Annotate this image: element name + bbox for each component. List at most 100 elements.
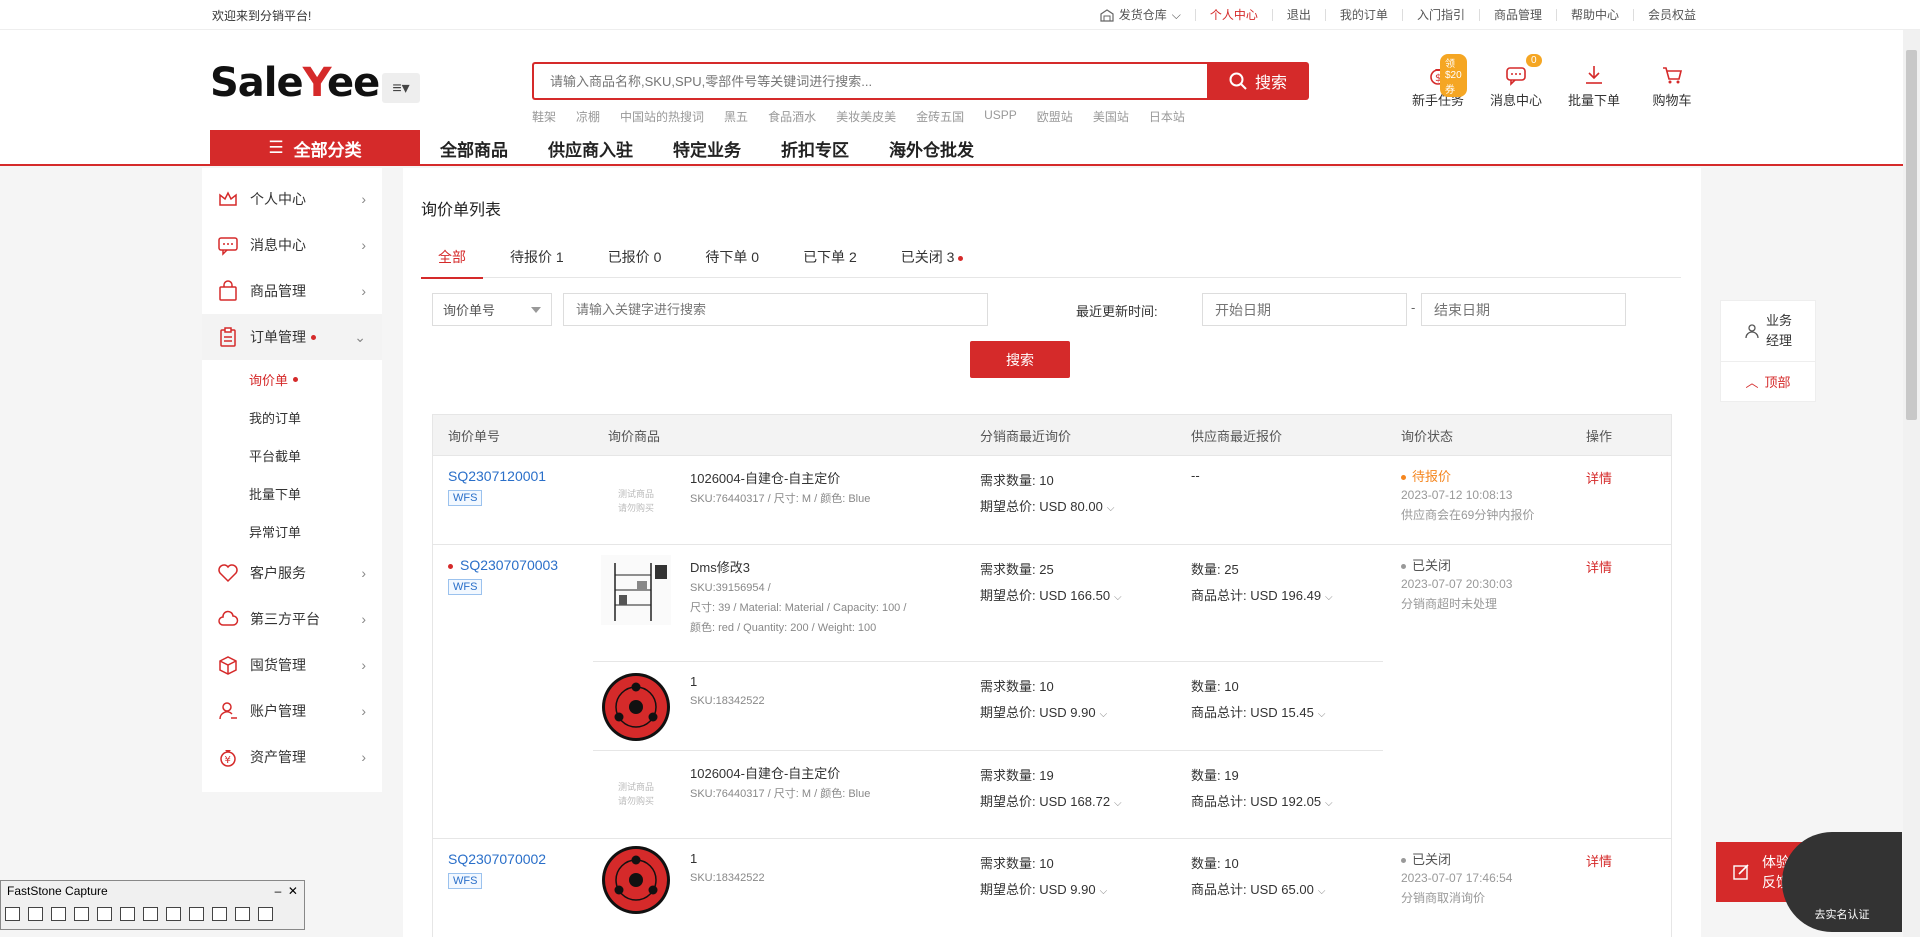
sidebar-subitem-batch-order[interactable]: 批量下单	[202, 474, 382, 512]
detail-link[interactable]: 详情	[1586, 557, 1612, 576]
nav-discount-zone[interactable]: 折扣专区	[761, 136, 869, 161]
business-manager-button[interactable]: 业务 经理	[1721, 301, 1815, 361]
capture-window-icon[interactable]	[28, 907, 43, 921]
capture-rect-icon[interactable]	[74, 907, 89, 921]
top-bar: 欢迎来到分销平台! 发货仓库 ⌵ 个人中心 退出 我的订单 入门指引 商品管理 …	[0, 0, 1920, 30]
back-to-top-button[interactable]: ︿ 顶部	[1721, 361, 1815, 401]
end-date-input[interactable]	[1421, 293, 1626, 326]
nav-overseas-wholesale[interactable]: 海外仓批发	[869, 136, 994, 161]
keyword-input[interactable]	[563, 293, 988, 326]
tab-ordered[interactable]: 已下单 2	[786, 236, 874, 278]
sidebar-item-third-party[interactable]: 第三方平台 ›	[202, 596, 382, 642]
sidebar-item-order-management[interactable]: 订单管理 ⌄	[202, 314, 382, 360]
tab-pending-quote[interactable]: 待报价 1	[493, 236, 581, 278]
nav-specific-business[interactable]: 特定业务	[653, 136, 761, 161]
sidebar-subitem-inquiry[interactable]: 询价单	[202, 360, 382, 398]
hot-word[interactable]: 欧盟站	[1037, 108, 1073, 125]
product-sku: 颜色: red / Quantity: 200 / Weight: 100	[690, 622, 877, 634]
expected-total[interactable]: 期望总价: USD 9.90 ⌵	[980, 877, 1107, 905]
top-link-my-orders[interactable]: 我的订单	[1324, 9, 1402, 21]
capture-object-icon[interactable]	[51, 907, 66, 921]
hot-word[interactable]: 凉棚	[576, 108, 600, 125]
batch-order-button[interactable]: 批量下单	[1566, 64, 1622, 109]
hot-word[interactable]: 美妆美皮美	[836, 108, 896, 125]
hot-word[interactable]: 黑五	[724, 108, 748, 125]
capture-freehand-icon[interactable]	[97, 907, 112, 921]
tab-pending-order[interactable]: 待下单 0	[688, 236, 776, 278]
quoted-total[interactable]: 商品总计: USD 15.45 ⌵	[1191, 700, 1325, 728]
top-link-help-center[interactable]: 帮助中心	[1555, 9, 1633, 21]
message-center-button[interactable]: 0 消息中心	[1488, 54, 1544, 109]
newbie-task-button[interactable]: 领$20券 $ 新手任务	[1410, 54, 1467, 109]
sidebar-item-account-management[interactable]: 账户管理 ›	[202, 688, 382, 734]
inquiry-id-link[interactable]: SQ2307070002	[448, 851, 546, 867]
quoted-total[interactable]: 商品总计: USD 65.00 ⌵	[1191, 877, 1325, 905]
sidebar-item-personal-center[interactable]: 个人中心 ›	[202, 176, 382, 222]
color-picker-icon[interactable]	[258, 907, 273, 921]
notification-dot	[293, 377, 299, 382]
filter-search-button[interactable]: 搜索	[970, 341, 1070, 378]
nav-supplier-join[interactable]: 供应商入驻	[528, 136, 653, 161]
capture-fullscreen-icon[interactable]	[120, 907, 135, 921]
cart-button[interactable]: 购物车	[1644, 64, 1700, 109]
top-link-personal-center[interactable]: 个人中心	[1194, 9, 1272, 21]
search-input[interactable]	[532, 62, 1207, 100]
wfs-tag: WFS	[448, 579, 483, 595]
sidebar-subitem-exception-orders[interactable]: 异常订单	[202, 512, 382, 550]
top-link-logout[interactable]: 退出	[1271, 9, 1325, 21]
sidebar-item-stock-management[interactable]: 囤货管理 ›	[202, 642, 382, 688]
product-title[interactable]: Dms修改3	[690, 557, 906, 576]
faststone-capture-toolbar[interactable]: FastStone Capture – ✕	[0, 880, 305, 930]
sidebar-item-customer-service[interactable]: 客户服务 ›	[202, 550, 382, 596]
saleyee-logo[interactable]: SaleYee	[210, 60, 380, 106]
settings-icon[interactable]	[235, 907, 250, 921]
top-link-product-management[interactable]: 商品管理	[1478, 9, 1556, 21]
all-categories-button[interactable]: ☰ 全部分类	[210, 130, 420, 166]
expected-total[interactable]: 期望总价: USD 80.00 ⌵	[980, 494, 1114, 522]
hot-word[interactable]: USPP	[984, 108, 1017, 125]
real-name-verify-widget[interactable]: 去实名认证	[1782, 832, 1902, 932]
timer-icon[interactable]	[212, 907, 227, 921]
tab-all[interactable]: 全部	[421, 236, 483, 279]
capture-video-icon[interactable]	[189, 907, 204, 921]
capture-fixed-icon[interactable]	[166, 907, 181, 921]
open-icon[interactable]	[5, 907, 20, 921]
sidebar-subitem-my-orders[interactable]: 我的订单	[202, 398, 382, 436]
top-link-member-benefits[interactable]: 会员权益	[1632, 9, 1710, 21]
expected-total[interactable]: 期望总价: USD 168.72 ⌵	[980, 789, 1122, 817]
tab-quoted[interactable]: 已报价 0	[591, 236, 679, 278]
capture-scroll-icon[interactable]	[143, 907, 158, 921]
hot-word[interactable]: 金砖五国	[916, 108, 964, 125]
expected-total[interactable]: 期望总价: USD 9.90 ⌵	[980, 700, 1107, 728]
sidebar-item-message-center[interactable]: 消息中心 ›	[202, 222, 382, 268]
inquiry-id-link[interactable]: SQ2307120001	[448, 468, 546, 484]
hot-word[interactable]: 食品酒水	[768, 108, 816, 125]
warehouse-selector[interactable]: 发货仓库 ⌵	[1086, 8, 1195, 22]
menu-toggle-button[interactable]: ≡▾	[382, 73, 420, 103]
product-title[interactable]: 1	[690, 674, 765, 689]
quoted-total[interactable]: 商品总计: USD 192.05 ⌵	[1191, 789, 1333, 817]
top-link-guide[interactable]: 入门指引	[1401, 9, 1479, 21]
scrollbar-thumb[interactable]	[1906, 50, 1917, 420]
inquiry-id-link[interactable]: SQ2307070003	[460, 557, 558, 573]
tab-closed[interactable]: 已关闭 3	[884, 236, 981, 278]
detail-link[interactable]: 详情	[1586, 468, 1612, 487]
scrollbar[interactable]	[1903, 30, 1920, 937]
nav-all-products[interactable]: 全部商品	[420, 136, 528, 161]
hot-word[interactable]: 日本站	[1149, 108, 1185, 125]
quoted-total[interactable]: 商品总计: USD 196.49 ⌵	[1191, 583, 1333, 611]
hot-word[interactable]: 中国站的热搜词	[620, 108, 704, 125]
product-title[interactable]: 1026004-自建仓-自主定价	[690, 468, 870, 487]
product-title[interactable]: 1	[690, 851, 765, 866]
detail-link[interactable]: 详情	[1586, 851, 1612, 870]
expected-total[interactable]: 期望总价: USD 166.50 ⌵	[980, 583, 1122, 611]
hot-word[interactable]: 美国站	[1093, 108, 1129, 125]
product-title[interactable]: 1026004-自建仓-自主定价	[690, 763, 870, 782]
sidebar-item-product-management[interactable]: 商品管理 ›	[202, 268, 382, 314]
hot-word[interactable]: 鞋架	[532, 108, 556, 125]
sidebar-item-asset-management[interactable]: ¥ 资产管理 ›	[202, 734, 382, 780]
search-button[interactable]: 搜索	[1207, 62, 1309, 100]
start-date-input[interactable]	[1202, 293, 1407, 326]
search-field-select[interactable]: 询价单号	[432, 293, 552, 326]
sidebar-subitem-platform-cutoff[interactable]: 平台截单	[202, 436, 382, 474]
